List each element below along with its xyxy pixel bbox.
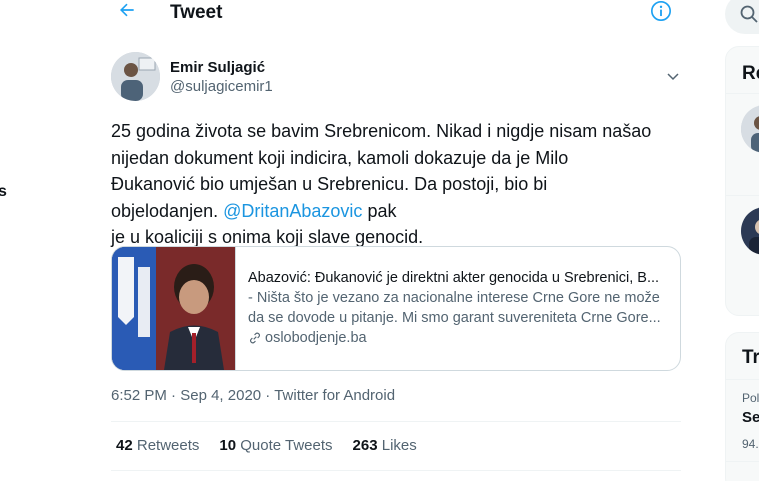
trend-count: 94. bbox=[742, 437, 759, 451]
link-card[interactable]: Abazović: Đukanović je direktni akter ge… bbox=[111, 246, 681, 371]
divider bbox=[726, 195, 759, 196]
who-to-follow-panel: Re bbox=[725, 46, 759, 316]
retweets-label: Retweets bbox=[132, 437, 200, 454]
meta-separator: · bbox=[166, 387, 181, 404]
quote-tweets-count: 10 bbox=[219, 437, 237, 454]
tweet-time[interactable]: 6:52 PM bbox=[111, 387, 167, 404]
tweet-text-line: objelodanjen. @DritanAbazovic pak bbox=[111, 198, 686, 225]
trend-category: Pol bbox=[742, 391, 759, 405]
tweet-stats: 42 Retweets 10 Quote Tweets 263 Likes bbox=[116, 437, 417, 454]
avatar[interactable] bbox=[111, 52, 160, 101]
card-body: Abazović: Đukanović je direktni akter ge… bbox=[248, 268, 673, 348]
link-icon bbox=[250, 332, 260, 344]
trend-item[interactable]: Se bbox=[742, 409, 759, 426]
search-input[interactable] bbox=[725, 0, 759, 34]
avatar[interactable] bbox=[741, 105, 759, 153]
quote-tweets-label: Quote Tweets bbox=[236, 437, 333, 454]
back-arrow-icon[interactable] bbox=[117, 0, 137, 20]
retweets-count: 42 bbox=[116, 437, 133, 454]
tweet-date[interactable]: Sep 4, 2020 bbox=[180, 387, 261, 404]
likes-label: Likes bbox=[377, 437, 417, 454]
retweets-stat[interactable]: 42 Retweets bbox=[116, 437, 199, 454]
divider bbox=[111, 421, 681, 422]
search-icon bbox=[740, 5, 758, 23]
card-domain: oslobodjenje.ba bbox=[248, 328, 673, 348]
panel-heading: Re bbox=[742, 63, 759, 84]
author-name[interactable]: Emir Suljagić bbox=[170, 59, 265, 76]
tweet-source[interactable]: Twitter for Android bbox=[274, 387, 395, 404]
tweet-column: Tweet Emir Suljagić @suljagicemir1 25 go… bbox=[95, 0, 696, 481]
chevron-down-icon[interactable] bbox=[665, 68, 681, 84]
card-domain-text: oslobodjenje.ba bbox=[265, 330, 367, 346]
tweet-text: 25 godina života se bavim Srebrenicom. N… bbox=[111, 118, 686, 251]
card-description: - Ništa što je vezano za nacionalne inte… bbox=[248, 290, 661, 326]
panel-heading: Tr bbox=[742, 347, 759, 368]
tweet-text-line: nijedan dokument koji indicira, kamoli d… bbox=[111, 147, 569, 168]
divider bbox=[111, 470, 681, 471]
meta-separator: · bbox=[261, 387, 275, 404]
likes-stat[interactable]: 263 Likes bbox=[353, 437, 417, 454]
trends-panel: Tr Pol Se 94. bbox=[725, 332, 759, 481]
card-title: Abazović: Đukanović je direktni akter ge… bbox=[248, 270, 660, 286]
author-handle[interactable]: @suljagicemir1 bbox=[170, 78, 273, 95]
cropped-nav-fragment: s bbox=[0, 183, 7, 200]
right-sidebar: Re Tr Pol Se 94. bbox=[725, 0, 759, 481]
tweet-text-line: 25 godina života se bavim Srebrenicom. N… bbox=[111, 121, 652, 141]
tweet-text-segment: pak bbox=[362, 200, 397, 221]
card-thumbnail bbox=[112, 247, 236, 370]
tweet-text-segment: objelodanjen. bbox=[111, 200, 224, 221]
avatar[interactable] bbox=[741, 207, 759, 255]
tweet-text-line: Đukanović bio umješan u Srebrenicu. Da p… bbox=[111, 174, 548, 194]
divider bbox=[726, 379, 759, 380]
info-icon[interactable] bbox=[650, 0, 672, 22]
tweet-timestamp: 6:52 PM · Sep 4, 2020 · Twitter for Andr… bbox=[111, 387, 395, 404]
likes-count: 263 bbox=[352, 437, 378, 454]
divider bbox=[726, 93, 759, 94]
mention-link[interactable]: @DritanAbazovic bbox=[223, 201, 362, 221]
divider bbox=[726, 461, 759, 462]
page-title: Tweet bbox=[170, 2, 223, 23]
tweet-author: Emir Suljagić @suljagicemir1 bbox=[111, 52, 681, 102]
tweet-header: Tweet bbox=[95, 0, 696, 28]
quote-tweets-stat[interactable]: 10 Quote Tweets bbox=[219, 437, 332, 454]
